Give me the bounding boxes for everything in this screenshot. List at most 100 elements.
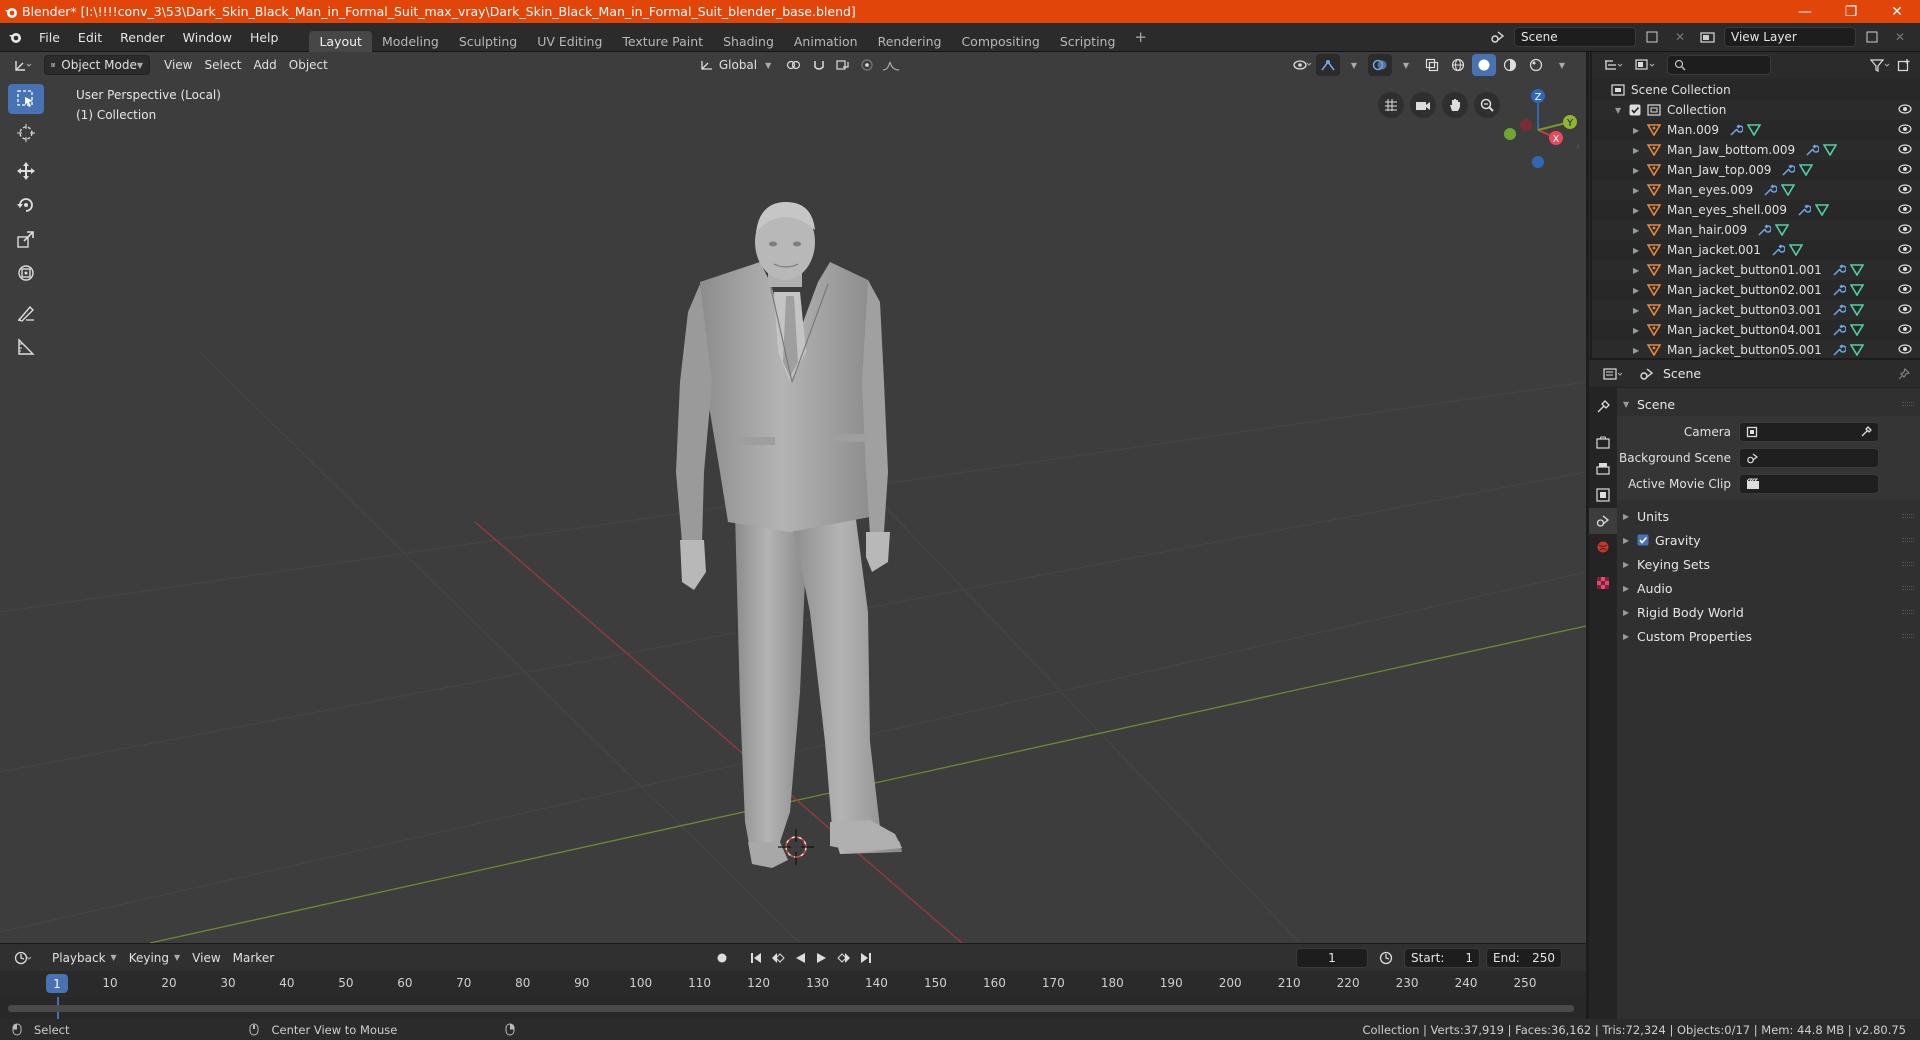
outliner-object-row[interactable]: ▶ Man_eyes_shell.009 [1589, 200, 1920, 220]
tab-modeling[interactable]: Modeling [372, 31, 449, 52]
mesh-data-icon[interactable] [1788, 244, 1803, 256]
menu-render[interactable]: Render [111, 23, 174, 52]
ortho-toggle-icon[interactable] [1378, 92, 1404, 118]
rotate-tool-icon[interactable] [8, 190, 44, 220]
timeline-keyframe-area[interactable] [0, 997, 1586, 1020]
drag-handle-icon[interactable] [1902, 402, 1914, 406]
mesh-data-icon[interactable] [1799, 164, 1814, 176]
xray-toggle-icon[interactable] [1420, 54, 1444, 76]
measure-tool-icon[interactable] [8, 332, 44, 362]
3d-viewport[interactable]: Object Mode ▼ View Select Add Object Glo… [0, 52, 1586, 943]
mode-selector[interactable]: Object Mode ▼ [44, 55, 150, 75]
mesh-data-icon[interactable] [1849, 344, 1864, 356]
end-frame-field[interactable]: End: 250 [1486, 948, 1562, 968]
eye-icon[interactable] [1898, 184, 1912, 194]
blender-menu-icon[interactable] [0, 30, 30, 44]
tab-scene-icon[interactable] [1589, 508, 1617, 534]
delete-view-layer-icon[interactable]: ✕ [1888, 26, 1912, 48]
outliner-object-row[interactable]: ▶ Man_jacket_button03.001 [1589, 300, 1920, 320]
properties-editor-type-icon[interactable] [1597, 364, 1629, 384]
mesh-data-icon[interactable] [1849, 264, 1864, 276]
expand-down-icon[interactable]: ▼ [1615, 106, 1629, 115]
eye-icon[interactable] [1898, 344, 1912, 354]
modifier-wrench-icon[interactable] [1781, 164, 1796, 176]
modifier-wrench-icon[interactable] [1832, 264, 1846, 276]
next-keyframe-icon[interactable] [834, 947, 854, 969]
drag-handle-icon[interactable] [1902, 634, 1914, 638]
tab-texture-icon[interactable] [1589, 570, 1617, 596]
expand-right-icon[interactable]: ▶ [1633, 326, 1647, 335]
eye-icon[interactable] [1898, 224, 1912, 234]
maximize-button[interactable]: ❐ [1828, 0, 1874, 23]
pivot-point-icon[interactable] [783, 54, 807, 76]
drag-handle-icon[interactable] [1902, 610, 1914, 614]
camera-field[interactable] [1739, 422, 1879, 442]
outliner-object-row[interactable]: ▶ Man_jacket_button05.001 [1589, 340, 1920, 358]
eye-icon[interactable] [1898, 104, 1912, 114]
gizmos-menu-icon[interactable]: ▼ [1342, 54, 1366, 76]
eye-icon[interactable] [1898, 204, 1912, 214]
tab-tool-icon[interactable] [1589, 394, 1617, 420]
cursor-tool-icon[interactable] [8, 118, 44, 148]
eyedropper-icon[interactable] [1860, 426, 1872, 438]
pan-view-icon[interactable] [1442, 92, 1468, 118]
solid-shading-icon[interactable] [1472, 54, 1496, 76]
preview-range-clock-icon[interactable] [1374, 947, 1398, 969]
eye-icon[interactable] [1898, 244, 1912, 254]
expand-right-icon[interactable]: ▶ [1633, 166, 1647, 175]
timeline-editor[interactable]: Playback ▼ Keying ▼ View Marker 1 Start: 1 … [0, 943, 1586, 1020]
panel-subpanel[interactable]: ▶ Custom Properties [1617, 624, 1920, 648]
tab-texture-paint[interactable]: Texture Paint [612, 31, 713, 52]
tab-layout[interactable]: Layout [309, 30, 372, 52]
view-layer-selector[interactable]: View Layer [1724, 27, 1856, 47]
annotate-tool-icon[interactable] [8, 298, 44, 328]
expand-right-icon[interactable]: ▶ [1633, 246, 1647, 255]
outliner-object-row[interactable]: ▶ Man_jacket_button01.001 [1589, 260, 1920, 280]
expand-right-icon[interactable]: ▶ [1633, 146, 1647, 155]
new-collection-icon[interactable] [1892, 54, 1916, 76]
tab-view-layer-icon[interactable] [1589, 482, 1617, 508]
mesh-data-icon[interactable] [1781, 184, 1796, 196]
timeline-editor-type-icon[interactable] [8, 948, 38, 968]
current-frame-field[interactable]: 1 [1296, 948, 1368, 968]
outliner-object-row[interactable]: ▶ Man.009 [1589, 120, 1920, 140]
panel-subpanel[interactable]: ▶ Keying Sets [1617, 552, 1920, 576]
tab-rendering[interactable]: Rendering [868, 31, 952, 52]
outliner-collection[interactable]: ▼ Collection [1589, 100, 1920, 120]
modifier-wrench-icon[interactable] [1757, 224, 1772, 236]
snap-target-icon[interactable] [831, 54, 855, 76]
scale-tool-icon[interactable] [8, 224, 44, 254]
properties-editor[interactable]: Scene ▼ Scene Camera Background Scene Ac… [1589, 360, 1920, 1019]
timeline-ruler[interactable]: 1 10 20 30 40 50 60 70 80 90 100 110 120 130 140 150 160… [0, 971, 1586, 997]
scene-icon[interactable] [1486, 26, 1510, 48]
new-scene-icon[interactable] [1640, 26, 1664, 48]
drag-handle-icon[interactable] [1902, 562, 1914, 566]
pin-icon[interactable] [1898, 367, 1910, 380]
outliner-object-row[interactable]: ▶ Man_jacket.001 [1589, 240, 1920, 260]
mesh-data-icon[interactable] [1849, 304, 1864, 316]
eye-icon[interactable] [1898, 124, 1912, 134]
panel-scene[interactable]: ▼ Scene [1617, 392, 1920, 416]
eye-icon[interactable] [1898, 304, 1912, 314]
outliner-object-row[interactable]: ▶ Man_jacket_button04.001 [1589, 320, 1920, 340]
viewport-menu-select[interactable]: Select [198, 55, 247, 75]
timeline-menu-view[interactable]: View [186, 948, 226, 968]
tab-render-icon[interactable] [1589, 430, 1617, 456]
jump-end-icon[interactable] [856, 947, 876, 969]
start-frame-field[interactable]: Start: 1 [1404, 948, 1480, 968]
shading-menu-icon[interactable]: ▼ [1550, 54, 1574, 76]
filter-icon[interactable] [1868, 54, 1892, 76]
eye-icon[interactable] [1898, 284, 1912, 294]
outliner-object-row[interactable]: ▶ Man_Jaw_bottom.009 [1589, 140, 1920, 160]
modifier-wrench-icon[interactable] [1832, 344, 1846, 356]
eye-icon[interactable] [1898, 264, 1912, 274]
gravity-checkbox[interactable] [1637, 534, 1649, 546]
transform-orientation-selector[interactable]: Global ▼ [694, 55, 777, 75]
outliner-editor-type-icon[interactable] [1597, 55, 1629, 75]
expand-right-icon[interactable]: ▶ [1633, 266, 1647, 275]
gizmo-neg-z-axis[interactable] [1532, 156, 1544, 168]
overlays-toggle-icon[interactable] [1368, 54, 1392, 76]
outliner-object-row[interactable]: ▶ Man_eyes.009 [1589, 180, 1920, 200]
collection-checkbox[interactable] [1629, 104, 1641, 116]
outliner-object-row[interactable]: ▶ Man_hair.009 [1589, 220, 1920, 240]
